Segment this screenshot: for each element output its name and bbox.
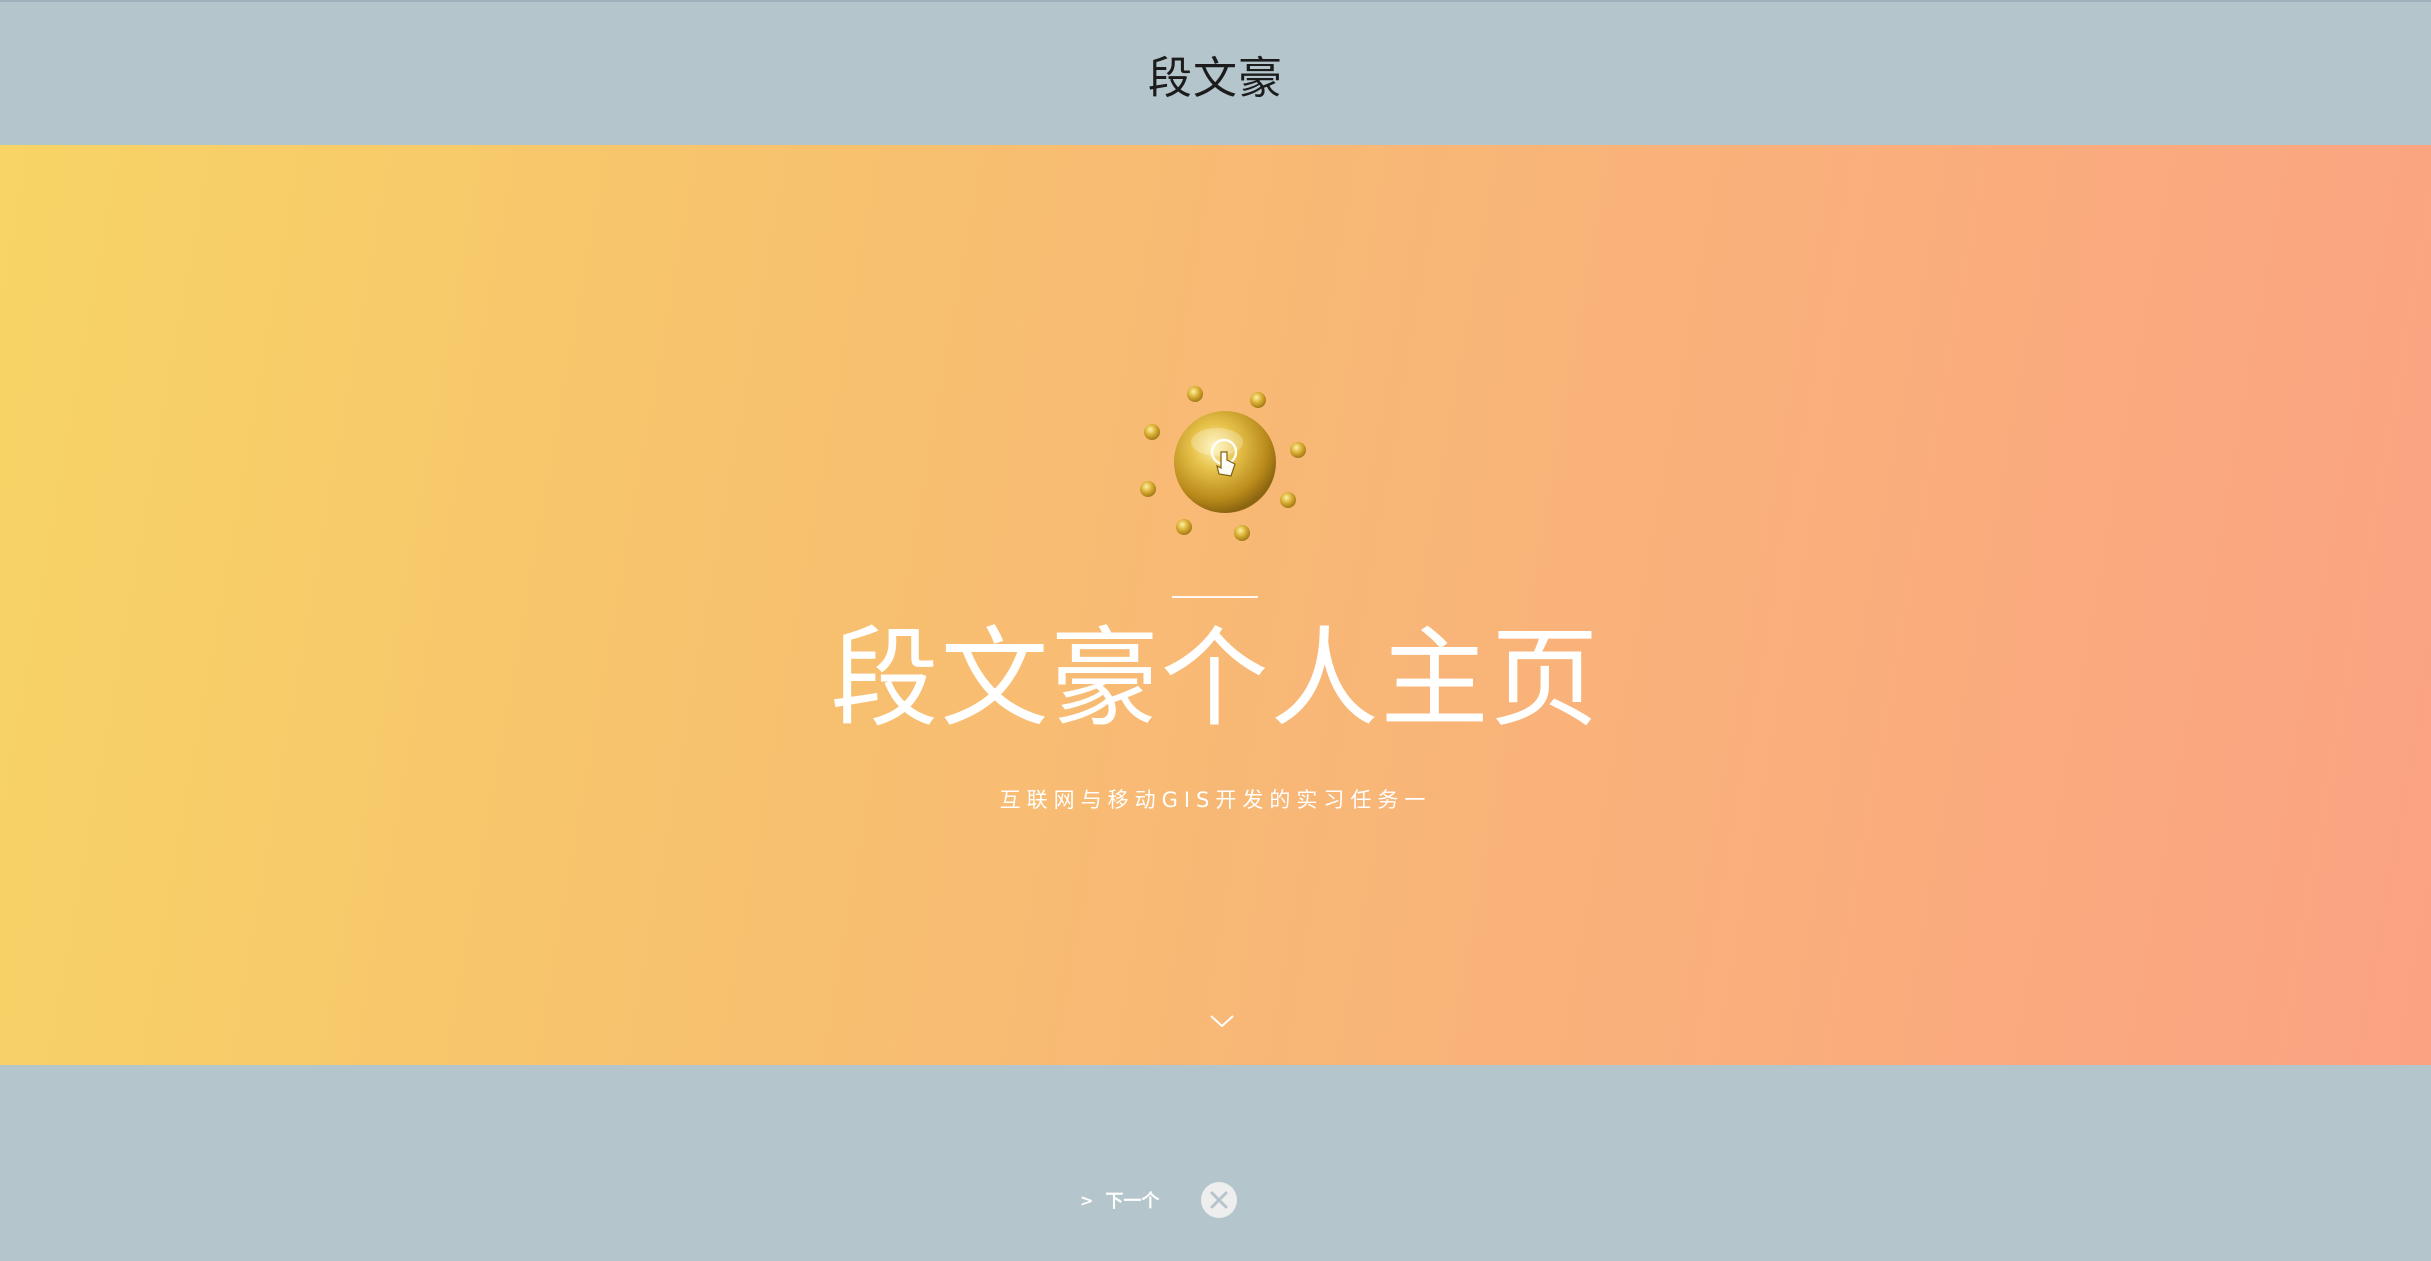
footer-nav: > 下一个: [1080, 1182, 1238, 1218]
hero-subtitle: 互联网与移动GIS开发的实习任务一: [999, 788, 1432, 812]
golden-orb-touch-icon: [1140, 386, 1306, 541]
site-title[interactable]: 段文豪: [1148, 42, 1283, 106]
top-header: 段文豪: [0, 0, 2431, 145]
hero-banner: 段文豪个人主页 互联网与移动GIS开发的实习任务一: [0, 145, 2431, 1065]
next-arrow-icon: >: [1080, 1190, 1094, 1210]
next-button[interactable]: > 下一个: [1080, 1187, 1159, 1213]
chevron-down-icon[interactable]: [1207, 1011, 1237, 1031]
next-label: 下一个: [1105, 1191, 1160, 1212]
title-divider: [1172, 596, 1258, 598]
hero-title: 段文豪个人主页: [830, 617, 1601, 742]
close-button[interactable]: [1201, 1182, 1238, 1218]
close-icon: [1210, 1191, 1228, 1209]
